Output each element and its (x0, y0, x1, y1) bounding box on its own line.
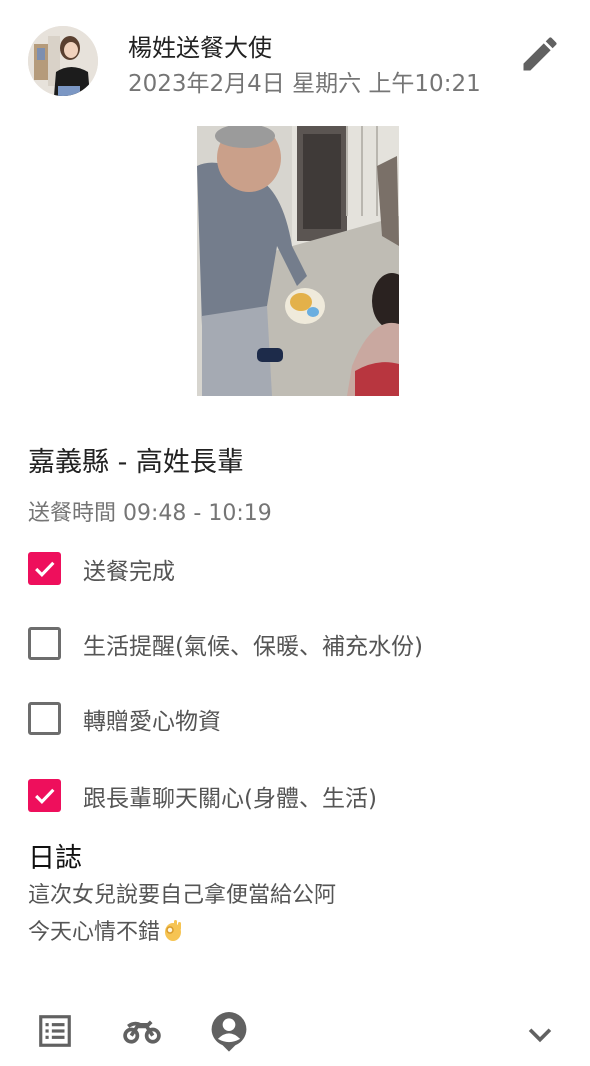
profile-button[interactable] (210, 1010, 248, 1056)
post-header: 楊姓送餐大使 2023年2月4日 星期六 上午10:21 (0, 0, 590, 110)
checklist-label: 轉贈愛心物資 (83, 709, 221, 735)
account-pin-icon (211, 1012, 247, 1052)
pencil-icon (523, 37, 557, 71)
delivery-photo-image (197, 126, 399, 396)
delivery-photo[interactable] (197, 126, 399, 396)
checklist-label: 跟長輩聊天關心(身體、生活) (83, 786, 377, 812)
checkbox-unchecked[interactable] (28, 627, 61, 660)
edit-button[interactable] (518, 32, 562, 76)
motorcycle-icon (123, 1020, 161, 1044)
checklist-item-donated-supplies[interactable]: 轉贈愛心物資 (28, 698, 568, 738)
checklist-item-chat-care[interactable]: 跟長輩聊天關心(身體、生活) (28, 775, 568, 815)
log-title: 日誌 (28, 843, 82, 874)
checklist-item-meal-delivered[interactable]: 送餐完成 (28, 548, 568, 588)
checkbox-unchecked[interactable] (28, 702, 61, 735)
author-name: 楊姓送餐大使 (128, 34, 272, 62)
checkmark-icon (35, 561, 55, 577)
post-timestamp: 2023年2月4日 星期六 上午10:21 (128, 71, 481, 97)
log-line-with-emoji: 今天心情不錯 (28, 914, 184, 946)
transport-button[interactable] (122, 1012, 162, 1054)
avatar[interactable] (28, 26, 98, 96)
checklist-label: 生活提醒(氣候、保暖、補充水份) (83, 634, 423, 660)
checkbox-checked[interactable] (28, 552, 61, 585)
list-button[interactable] (36, 1012, 74, 1054)
ok-hand-icon (165, 920, 182, 941)
recipient-location: 嘉義縣 - 高姓長輩 (28, 447, 244, 478)
list-icon (39, 1015, 71, 1047)
checklist-item-life-reminder[interactable]: 生活提醒(氣候、保暖、補充水份) (28, 623, 568, 663)
checkbox-checked[interactable] (28, 779, 61, 812)
checkmark-icon (35, 788, 55, 804)
expand-button[interactable] (523, 1017, 557, 1055)
avatar-image (28, 26, 98, 96)
checklist-label: 送餐完成 (83, 559, 175, 585)
log-line-text: 今天心情不錯 (28, 920, 161, 945)
delivery-time: 送餐時間 09:48 - 10:19 (28, 501, 272, 526)
log-line: 這次女兒說要自己拿便當給公阿 (28, 883, 337, 908)
bottom-action-bar (0, 990, 590, 1066)
chevron-down-icon (528, 1028, 552, 1043)
